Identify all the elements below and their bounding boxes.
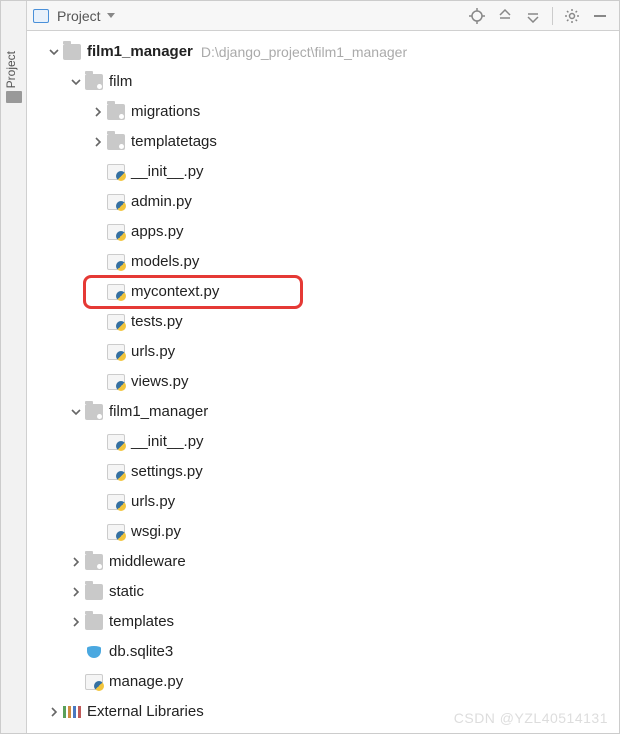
tree-node-label: mycontext.py — [131, 283, 219, 301]
tree-node-templatetags[interactable]: templatetags — [27, 127, 619, 157]
chevron-right-icon[interactable] — [91, 105, 105, 119]
tree-node-label: db.sqlite3 — [109, 643, 173, 661]
tree-node-label: templates — [109, 613, 174, 631]
collapse-all-icon[interactable] — [524, 7, 542, 25]
tree-node-templates[interactable]: templates — [27, 607, 619, 637]
tree-node-label: __init__.py — [131, 433, 204, 451]
project-tree[interactable]: film1_manager D:\django_project\film1_man… — [27, 31, 619, 733]
expand-all-icon[interactable] — [496, 7, 514, 25]
python-file-icon — [107, 374, 125, 390]
project-panel: Project Project film1_manager D:\django_p… — [0, 0, 620, 734]
python-file-icon — [107, 464, 125, 480]
tree-node-label: models.py — [131, 253, 199, 271]
tree-node-label: views.py — [131, 373, 189, 391]
python-file-icon — [107, 254, 125, 270]
toolbar: Project — [27, 1, 619, 31]
library-icon — [63, 704, 81, 720]
chevron-right-icon[interactable] — [69, 555, 83, 569]
tree-node-label: External Libraries — [87, 703, 204, 721]
tree-node---init---py[interactable]: __init__.py — [27, 427, 619, 457]
tree-node-label: settings.py — [131, 463, 203, 481]
tree-node-tests-py[interactable]: tests.py — [27, 307, 619, 337]
chevron-down-icon[interactable] — [69, 405, 83, 419]
tree-node-film1-manager[interactable]: film1_manager — [27, 397, 619, 427]
tree-node-label: tests.py — [131, 313, 183, 331]
tree-node-label: urls.py — [131, 343, 175, 361]
python-file-icon — [107, 224, 125, 240]
chevron-right-icon[interactable] — [47, 705, 61, 719]
tree-node-settings-py[interactable]: settings.py — [27, 457, 619, 487]
python-file-icon — [85, 674, 103, 690]
tree-node-label: film — [109, 73, 132, 91]
chevron-down-icon[interactable] — [69, 75, 83, 89]
python-file-icon — [107, 434, 125, 450]
package-icon — [107, 104, 125, 120]
tree-node-manage-py[interactable]: manage.py — [27, 667, 619, 697]
package-icon — [85, 404, 103, 420]
folder-icon — [85, 584, 103, 600]
tree-node-urls-py[interactable]: urls.py — [27, 337, 619, 367]
package-icon — [85, 74, 103, 90]
tree-node-label: film1_manager — [87, 43, 193, 61]
python-file-icon — [107, 314, 125, 330]
tree-node-label: film1_manager — [109, 403, 208, 421]
toolbar-title[interactable]: Project — [57, 8, 101, 24]
tree-node-views-py[interactable]: views.py — [27, 367, 619, 397]
chevron-down-icon[interactable] — [47, 45, 61, 59]
tree-node-label: apps.py — [131, 223, 184, 241]
tree-node-apps-py[interactable]: apps.py — [27, 217, 619, 247]
tree-node-label: __init__.py — [131, 163, 204, 181]
tree-node---init---py[interactable]: __init__.py — [27, 157, 619, 187]
tree-node-label: wsgi.py — [131, 523, 181, 541]
tree-node-admin-py[interactable]: admin.py — [27, 187, 619, 217]
hide-icon[interactable] — [591, 7, 609, 25]
package-icon — [85, 554, 103, 570]
project-tab-icon — [6, 91, 22, 103]
folder-icon — [63, 44, 81, 60]
tree-node-wsgi-py[interactable]: wsgi.py — [27, 517, 619, 547]
folder-icon — [85, 614, 103, 630]
gear-icon[interactable] — [563, 7, 581, 25]
toolbar-divider — [552, 7, 553, 25]
tree-node-label: admin.py — [131, 193, 192, 211]
python-file-icon — [107, 194, 125, 210]
chevron-right-icon[interactable] — [91, 135, 105, 149]
tree-node-label: templatetags — [131, 133, 217, 151]
chevron-right-icon[interactable] — [69, 615, 83, 629]
python-file-icon — [107, 494, 125, 510]
python-file-icon — [107, 164, 125, 180]
chevron-right-icon[interactable] — [69, 585, 83, 599]
locate-icon[interactable] — [468, 7, 486, 25]
watermark: CSDN @YZL40514131 — [454, 710, 608, 726]
database-icon — [85, 644, 103, 660]
side-tab[interactable]: Project — [1, 1, 27, 733]
tree-node-label: migrations — [131, 103, 200, 121]
tree-node-models-py[interactable]: models.py — [27, 247, 619, 277]
chevron-down-icon[interactable] — [107, 13, 115, 18]
python-file-icon — [107, 524, 125, 540]
package-icon — [107, 134, 125, 150]
tree-node-film[interactable]: film — [27, 67, 619, 97]
tree-node-label: manage.py — [109, 673, 183, 691]
side-tab-label: Project — [4, 51, 18, 88]
tree-node-db-sqlite3[interactable]: db.sqlite3 — [27, 637, 619, 667]
tree-node-migrations[interactable]: migrations — [27, 97, 619, 127]
tree-node-label: middleware — [109, 553, 186, 571]
python-file-icon — [107, 284, 125, 300]
tree-node-urls-py[interactable]: urls.py — [27, 487, 619, 517]
tree-node-label: static — [109, 583, 144, 601]
python-file-icon — [107, 344, 125, 360]
project-view-icon — [33, 9, 49, 23]
tree-node-middleware[interactable]: middleware — [27, 547, 619, 577]
tree-node-film1-manager[interactable]: film1_manager D:\django_project\film1_man… — [27, 37, 619, 67]
tree-node-path: D:\django_project\film1_manager — [201, 44, 407, 61]
tree-node-static[interactable]: static — [27, 577, 619, 607]
tree-node-label: urls.py — [131, 493, 175, 511]
tree-node-mycontext-py[interactable]: mycontext.py — [27, 277, 619, 307]
